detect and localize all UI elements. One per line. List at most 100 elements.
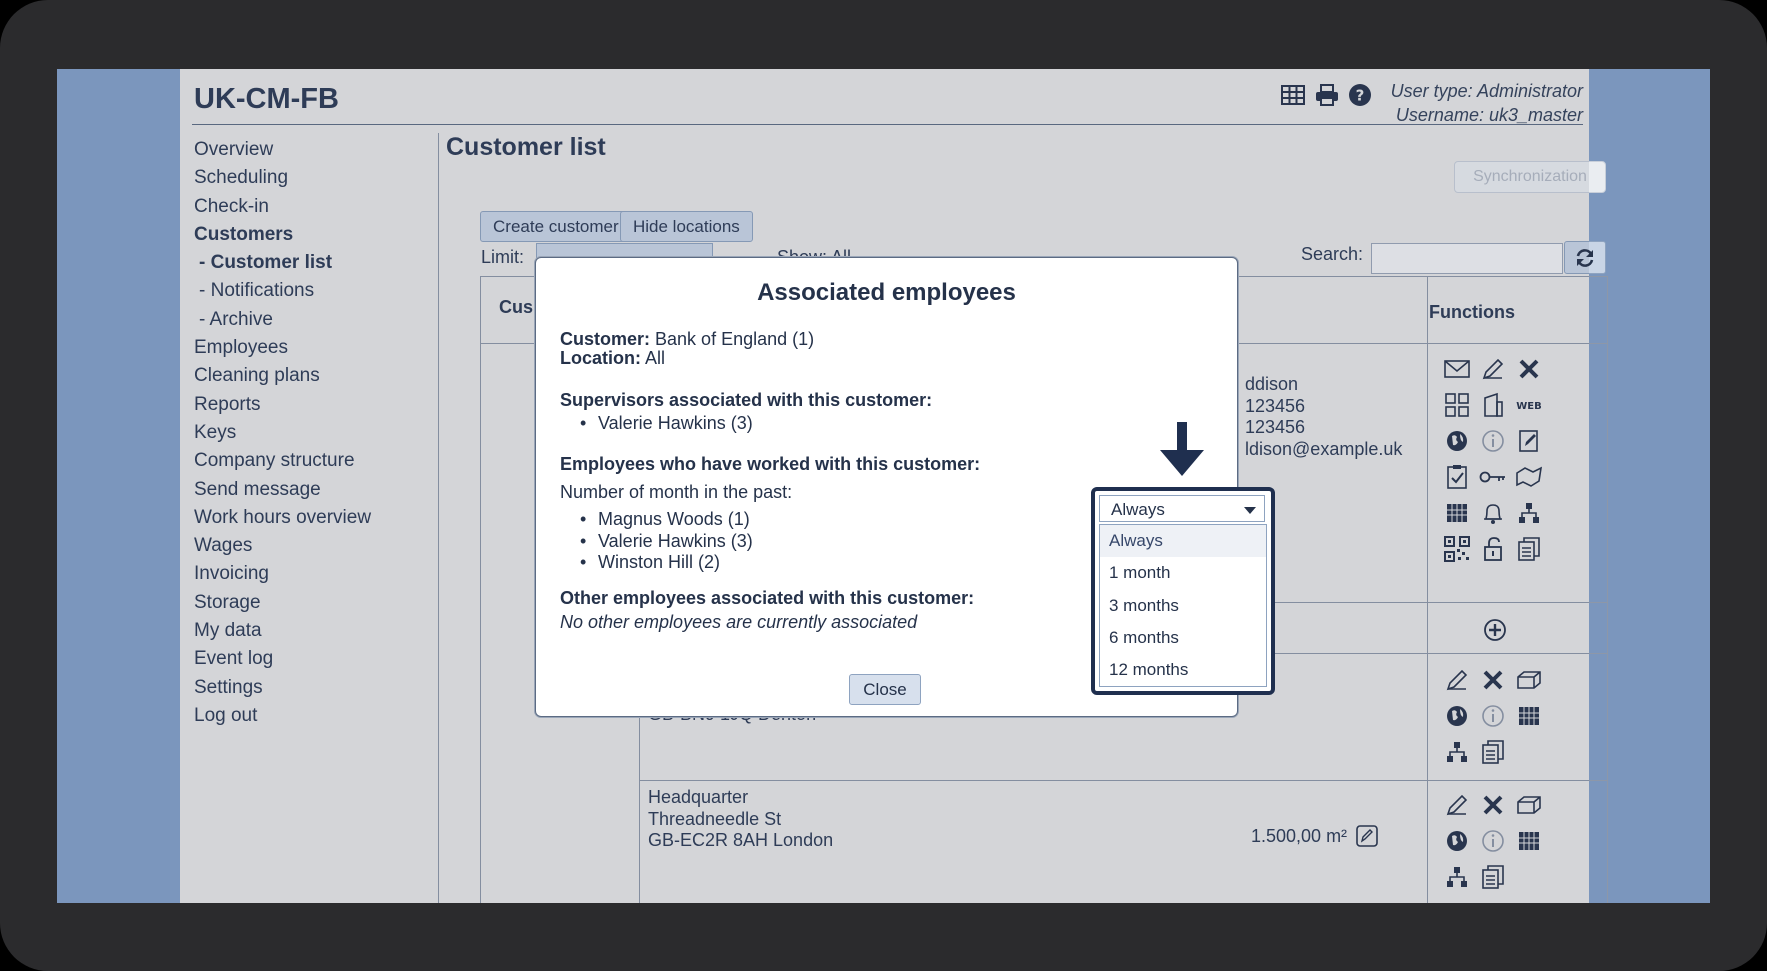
nav-item-settings[interactable]: Settings: [194, 674, 371, 702]
nav-item-reports[interactable]: Reports: [194, 391, 371, 419]
delete-icon[interactable]: [1482, 794, 1504, 816]
list-item: Valerie Hawkins (3): [598, 531, 753, 553]
nav-item-keys[interactable]: Keys: [194, 419, 371, 447]
months-select-current[interactable]: Always: [1099, 495, 1265, 522]
bell-icon[interactable]: [1482, 501, 1504, 525]
unlock-icon[interactable]: [1482, 536, 1504, 562]
arrow-down-icon: [1160, 422, 1204, 476]
building-icon[interactable]: [1481, 392, 1505, 418]
customer-function-icons: WEB: [1439, 351, 1547, 567]
nav-item-work-hours-overview[interactable]: Work hours overview: [194, 504, 371, 532]
help-icon[interactable]: ?: [1348, 83, 1372, 107]
worked-list: Magnus Woods (1) Valerie Hawkins (3) Win…: [598, 509, 753, 574]
web-icon[interactable]: WEB: [1514, 398, 1544, 412]
location-address: Headquarter Threadneedle St GB-EC2R 8AH …: [648, 787, 833, 852]
qr-code-icon[interactable]: [1444, 536, 1470, 562]
print-icon[interactable]: [1314, 83, 1340, 107]
locations-icon[interactable]: [1444, 392, 1470, 418]
column-header-functions: Functions: [1429, 302, 1515, 322]
documents-icon[interactable]: [1517, 536, 1541, 562]
key-icon[interactable]: [1479, 469, 1507, 485]
functions-column-rule: [1427, 277, 1428, 903]
nav-item-company-structure[interactable]: Company structure: [194, 447, 371, 475]
calendar-icon[interactable]: [1517, 830, 1541, 852]
org-chart-icon[interactable]: [1445, 865, 1469, 889]
contact-name: ddison: [1245, 374, 1299, 394]
nav-item-check-in[interactable]: Check-in: [194, 193, 371, 221]
calendar-icon[interactable]: [1517, 705, 1541, 727]
other-heading-text: Other employees associated with this cus…: [560, 588, 975, 608]
close-button[interactable]: Close: [849, 674, 921, 705]
area-icon[interactable]: [1516, 669, 1542, 691]
other-heading: Other employees associated with this cus…: [560, 588, 974, 609]
nav-item-customer-list[interactable]: - Customer list: [194, 249, 371, 277]
nav-item-my-data[interactable]: My data: [194, 617, 371, 645]
worked-heading-text: Employees who have worked with this cust…: [560, 454, 981, 474]
mail-icon[interactable]: [1444, 359, 1470, 379]
device-frame: UK-CM-FB ? User type: Administrator User…: [0, 0, 1767, 971]
svg-text:?: ?: [1356, 87, 1365, 105]
nav-item-cleaning-plans[interactable]: Cleaning plans: [194, 362, 371, 390]
edit-icon[interactable]: [1445, 793, 1469, 817]
create-customer-button[interactable]: Create customer: [480, 211, 632, 242]
user-info: User type: Administrator Username: uk3_m…: [1391, 79, 1583, 127]
location-function-icons: [1439, 662, 1547, 770]
note-edit-icon[interactable]: [1517, 429, 1541, 453]
calendar-icon[interactable]: [1445, 502, 1469, 524]
add-location-icon[interactable]: [1483, 618, 1507, 642]
table-icon[interactable]: [1280, 84, 1306, 106]
contact-fax: 123456: [1245, 417, 1306, 437]
nav-item-event-log[interactable]: Event log: [194, 645, 371, 673]
documents-icon[interactable]: [1481, 864, 1505, 890]
option-12-months[interactable]: 12 months: [1100, 654, 1266, 686]
option-3-months[interactable]: 3 months: [1100, 590, 1266, 622]
nav-item-storage[interactable]: Storage: [194, 589, 371, 617]
synchronization-button[interactable]: Synchronization: [1454, 161, 1606, 193]
supervisors-heading-text: Supervisors associated with this custome…: [560, 390, 933, 410]
info-icon[interactable]: [1481, 429, 1505, 453]
nav-item-employees[interactable]: Employees: [194, 334, 371, 362]
months-select[interactable]: Always Always 1 month 3 months 6 months …: [1091, 487, 1275, 695]
option-1-month[interactable]: 1 month: [1100, 557, 1266, 589]
customer-label: Customer:: [560, 329, 651, 349]
nav-item-send-message[interactable]: Send message: [194, 476, 371, 504]
row-rule: [639, 780, 1607, 781]
delete-icon[interactable]: [1518, 358, 1540, 380]
nav-item-archive[interactable]: - Archive: [194, 306, 371, 334]
documents-icon[interactable]: [1481, 739, 1505, 765]
search-input[interactable]: [1371, 243, 1563, 274]
delete-icon[interactable]: [1482, 669, 1504, 691]
nav-item-invoicing[interactable]: Invoicing: [194, 560, 371, 588]
device-bezel: UK-CM-FB ? User type: Administrator User…: [0, 0, 1767, 971]
area-icon[interactable]: [1516, 794, 1542, 816]
edit-icon[interactable]: [1445, 668, 1469, 692]
info-icon[interactable]: [1481, 704, 1505, 728]
nav-item-customers[interactable]: Customers: [194, 221, 371, 249]
edit-area-icon[interactable]: [1355, 824, 1379, 848]
location-street: Threadneedle St: [648, 808, 782, 829]
checklist-icon[interactable]: [1445, 464, 1469, 490]
info-icon[interactable]: [1481, 829, 1505, 853]
edit-icon[interactable]: [1481, 357, 1505, 381]
nav-item-scheduling[interactable]: Scheduling: [194, 164, 371, 192]
header-divider: [192, 124, 1583, 125]
org-chart-icon[interactable]: [1445, 740, 1469, 764]
option-6-months[interactable]: 6 months: [1100, 622, 1266, 654]
nav-item-overview[interactable]: Overview: [194, 136, 371, 164]
hide-locations-button[interactable]: Hide locations: [620, 211, 753, 242]
user-type: User type: Administrator: [1390, 81, 1583, 101]
nav-item-wages[interactable]: Wages: [194, 532, 371, 560]
refresh-button[interactable]: [1564, 241, 1606, 274]
globe-icon[interactable]: [1445, 704, 1469, 728]
list-item: Magnus Woods (1): [598, 509, 753, 531]
contact-phone: 123456: [1245, 395, 1306, 416]
nav-item-notifications[interactable]: - Notifications: [194, 277, 371, 305]
contact-email: ldison@example.uk: [1245, 438, 1403, 459]
globe-icon[interactable]: [1445, 829, 1469, 853]
nav-item-log-out[interactable]: Log out: [194, 702, 371, 730]
org-chart-icon[interactable]: [1517, 501, 1541, 525]
location-city: GB-EC2R 8AH London: [648, 830, 834, 850]
map-icon[interactable]: [1515, 465, 1543, 489]
globe-icon[interactable]: [1445, 429, 1469, 453]
option-always[interactable]: Always: [1100, 525, 1266, 558]
